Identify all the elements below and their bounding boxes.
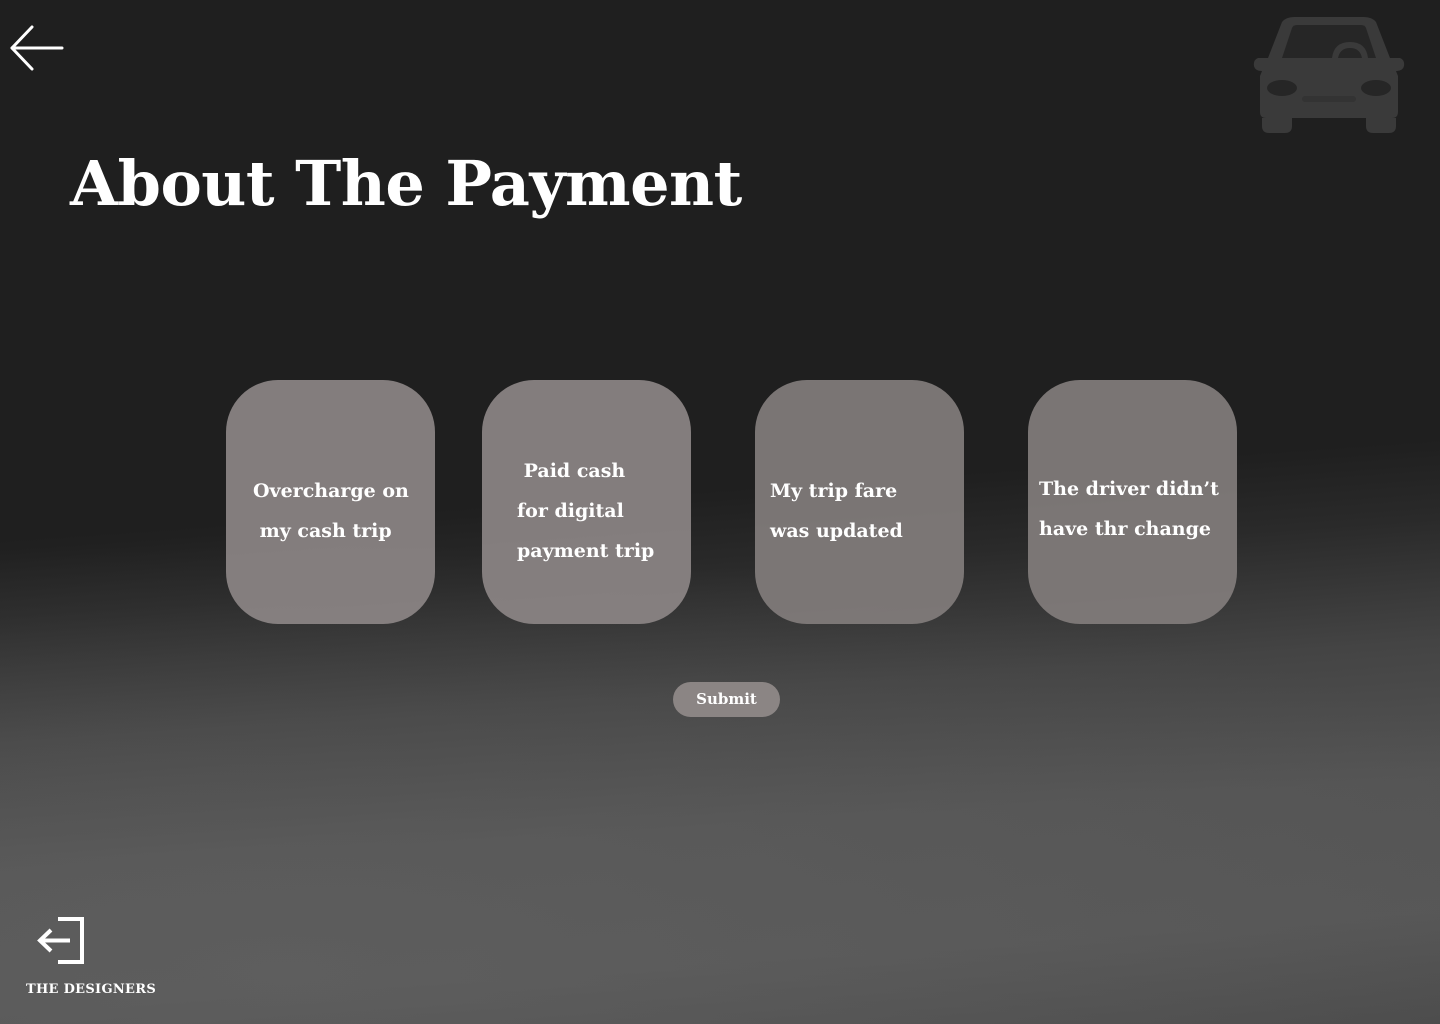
car-logo	[1252, 14, 1406, 136]
brand-name: THE DESIGNERS	[26, 982, 157, 997]
logout-button[interactable]	[36, 916, 88, 966]
car-icon	[1253, 17, 1405, 133]
option-label: Overcharge on my cash trip	[253, 480, 409, 542]
page-title: About The Payment	[70, 147, 742, 220]
option-overcharge-cash-trip[interactable]: Overcharge on my cash trip	[226, 380, 435, 624]
option-label: Paid cash for digital payment trip	[517, 460, 655, 562]
option-trip-fare-updated[interactable]: My trip fare was updated	[755, 380, 964, 624]
arrow-left-icon	[10, 25, 64, 71]
option-label: The driver didn’t have thr change	[1039, 478, 1219, 540]
option-label: My trip fare was updated	[770, 480, 903, 542]
option-driver-no-change[interactable]: The driver didn’t have thr change	[1028, 380, 1237, 624]
option-paid-cash-digital-trip[interactable]: Paid cash for digital payment trip	[482, 380, 691, 624]
back-button[interactable]	[8, 22, 66, 74]
submit-button[interactable]: Submit	[673, 682, 780, 717]
logout-icon	[37, 917, 84, 964]
